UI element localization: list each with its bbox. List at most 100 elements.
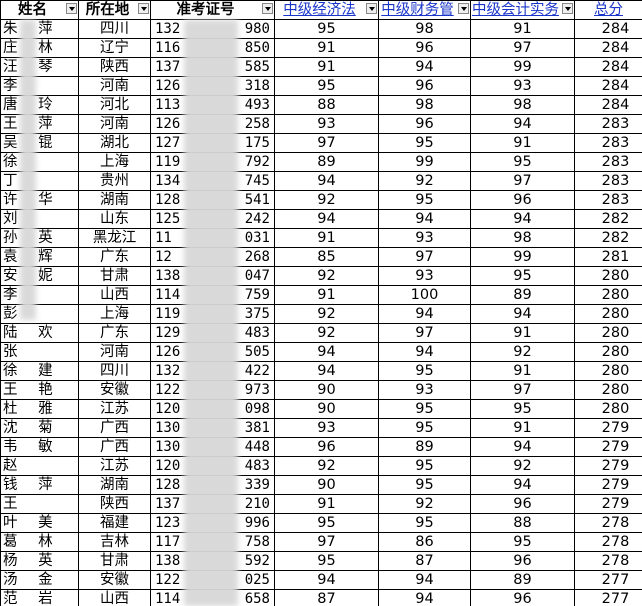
table-row[interactable]: 彭上海 119 375 92 94 94 280 — [0, 304, 642, 324]
cell-mgmt[interactable]: 89 — [378, 437, 471, 457]
cell-acct[interactable]: 92 — [470, 456, 575, 476]
table-row[interactable]: 李山西 114 759 91 100 89 280 — [0, 285, 642, 305]
cell-mgmt[interactable]: 92 — [378, 494, 471, 514]
cell-total[interactable]: 280 — [574, 323, 642, 343]
col-header-total[interactable]: 总分 — [574, 0, 642, 20]
table-row[interactable]: 朱 萍四川 132 980 95 98 91 284 — [0, 19, 642, 39]
cell-acct[interactable]: 96 — [470, 551, 575, 571]
filter-dropdown-icon[interactable] — [262, 3, 273, 14]
table-row[interactable]: 李河南 126 318 95 96 93 284 — [0, 76, 642, 96]
col-header-name[interactable]: 姓名 — [0, 0, 79, 20]
cell-mgmt[interactable]: 95 — [378, 513, 471, 533]
cell-econ[interactable]: 94 — [274, 361, 379, 381]
cell-econ[interactable]: 94 — [274, 570, 379, 590]
cell-mgmt[interactable]: 98 — [378, 95, 471, 115]
cell-name[interactable]: 朱 萍 — [0, 19, 79, 39]
cell-name[interactable]: 叶 美 — [0, 513, 79, 533]
cell-total[interactable]: 284 — [574, 57, 642, 77]
cell-mgmt[interactable]: 96 — [378, 38, 471, 58]
cell-acct[interactable]: 93 — [470, 76, 575, 96]
cell-mgmt[interactable]: 94 — [378, 570, 471, 590]
cell-total[interactable]: 278 — [574, 551, 642, 571]
cell-mgmt[interactable]: 92 — [378, 171, 471, 191]
cell-mgmt[interactable]: 93 — [378, 266, 471, 286]
cell-econ[interactable]: 88 — [274, 95, 379, 115]
table-row[interactable]: 许 华湖南 128 541 92 95 96 283 — [0, 190, 642, 210]
cell-acct[interactable]: 97 — [470, 38, 575, 58]
cell-econ[interactable]: 92 — [274, 304, 379, 324]
cell-name[interactable]: 张 — [0, 342, 79, 362]
table-row[interactable]: 刘山东 125 242 94 94 94 282 — [0, 209, 642, 229]
cell-name[interactable]: 韦 敏 — [0, 437, 79, 457]
cell-name[interactable]: 袁 辉 — [0, 247, 79, 267]
filter-dropdown-icon[interactable] — [138, 3, 149, 14]
cell-econ[interactable]: 90 — [274, 475, 379, 495]
cell-name[interactable]: 彭 — [0, 304, 79, 324]
cell-acct[interactable]: 95 — [470, 532, 575, 552]
cell-region[interactable]: 吉林 — [78, 532, 151, 552]
cell-econ[interactable]: 97 — [274, 532, 379, 552]
cell-mgmt[interactable]: 99 — [378, 152, 471, 172]
table-row[interactable]: 庄 林辽宁 116 850 91 96 97 284 — [0, 38, 642, 58]
cell-name[interactable]: 孙 英 — [0, 228, 79, 248]
cell-econ[interactable]: 95 — [274, 513, 379, 533]
cell-name[interactable]: 葛 林 — [0, 532, 79, 552]
filter-dropdown-icon[interactable] — [66, 3, 77, 14]
table-row[interactable]: 钱 萍湖南 128 339 90 95 94 279 — [0, 475, 642, 495]
cell-region[interactable]: 广西 — [78, 418, 151, 438]
cell-econ[interactable]: 94 — [274, 209, 379, 229]
cell-total[interactable]: 279 — [574, 494, 642, 514]
cell-acct[interactable]: 91 — [470, 323, 575, 343]
cell-acct[interactable]: 99 — [470, 57, 575, 77]
cell-name[interactable]: 吴 锟 — [0, 133, 79, 153]
cell-acct[interactable]: 88 — [470, 513, 575, 533]
table-row[interactable]: 吴 锟湖北 127 175 97 95 91 283 — [0, 133, 642, 153]
cell-econ[interactable]: 87 — [274, 589, 379, 606]
cell-region[interactable]: 辽宁 — [78, 38, 151, 58]
col-header-region[interactable]: 所在地 — [78, 0, 151, 20]
cell-total[interactable]: 280 — [574, 285, 642, 305]
cell-mgmt[interactable]: 95 — [378, 399, 471, 419]
cell-name[interactable]: 唐 玲 — [0, 95, 79, 115]
cell-econ[interactable]: 93 — [274, 114, 379, 134]
table-row[interactable]: 陆 欢广东 129 483 92 97 91 280 — [0, 323, 642, 343]
cell-econ[interactable]: 91 — [274, 38, 379, 58]
cell-mgmt[interactable]: 86 — [378, 532, 471, 552]
cell-acct[interactable]: 96 — [470, 190, 575, 210]
cell-name[interactable]: 王 艳 — [0, 380, 79, 400]
cell-name[interactable]: 陆 欢 — [0, 323, 79, 343]
cell-region[interactable]: 山东 — [78, 209, 151, 229]
col-header-econ[interactable]: 中级经济法 — [274, 0, 379, 20]
cell-econ[interactable]: 95 — [274, 76, 379, 96]
cell-region[interactable]: 上海 — [78, 152, 151, 172]
cell-total[interactable]: 278 — [574, 513, 642, 533]
cell-econ[interactable]: 90 — [274, 399, 379, 419]
cell-mgmt[interactable]: 95 — [378, 418, 471, 438]
cell-acct[interactable]: 99 — [470, 247, 575, 267]
cell-region[interactable]: 四川 — [78, 19, 151, 39]
cell-econ[interactable]: 92 — [274, 190, 379, 210]
cell-econ[interactable]: 91 — [274, 228, 379, 248]
cell-econ[interactable]: 92 — [274, 456, 379, 476]
cell-region[interactable]: 湖北 — [78, 133, 151, 153]
cell-acct[interactable]: 96 — [470, 589, 575, 606]
cell-total[interactable]: 280 — [574, 342, 642, 362]
table-row[interactable]: 杜 雅江苏 120 098 90 95 95 280 — [0, 399, 642, 419]
col-header-acct[interactable]: 中级会计实务 — [470, 0, 575, 20]
cell-mgmt[interactable]: 95 — [378, 133, 471, 153]
cell-total[interactable]: 284 — [574, 95, 642, 115]
cell-region[interactable]: 河南 — [78, 342, 151, 362]
cell-region[interactable]: 山西 — [78, 285, 151, 305]
cell-acct[interactable]: 94 — [470, 114, 575, 134]
cell-total[interactable]: 279 — [574, 456, 642, 476]
table-row[interactable]: 张河南 126 505 94 94 92 280 — [0, 342, 642, 362]
cell-mgmt[interactable]: 97 — [378, 247, 471, 267]
cell-total[interactable]: 284 — [574, 19, 642, 39]
filter-dropdown-icon[interactable] — [366, 3, 377, 14]
cell-total[interactable]: 280 — [574, 304, 642, 324]
cell-region[interactable]: 湖南 — [78, 190, 151, 210]
table-row[interactable]: 韦 敏广西 130 448 96 89 94 279 — [0, 437, 642, 457]
cell-econ[interactable]: 96 — [274, 437, 379, 457]
cell-acct[interactable]: 98 — [470, 95, 575, 115]
cell-region[interactable]: 河北 — [78, 95, 151, 115]
